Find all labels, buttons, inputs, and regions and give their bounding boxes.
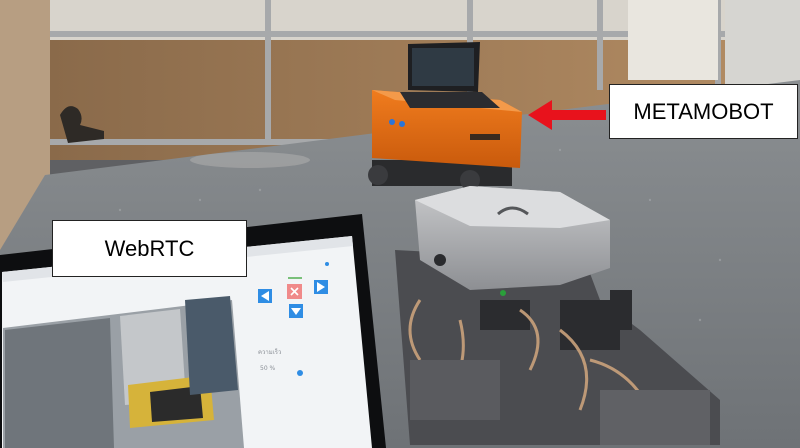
slider-knob-icon[interactable] (297, 370, 303, 376)
speed-value: 50 % (260, 365, 276, 372)
metamobot-label: METAMOBOT (609, 84, 798, 139)
speed-field-label: ความเร็ว (258, 347, 281, 356)
webrtc-label: WebRTC (52, 220, 247, 277)
